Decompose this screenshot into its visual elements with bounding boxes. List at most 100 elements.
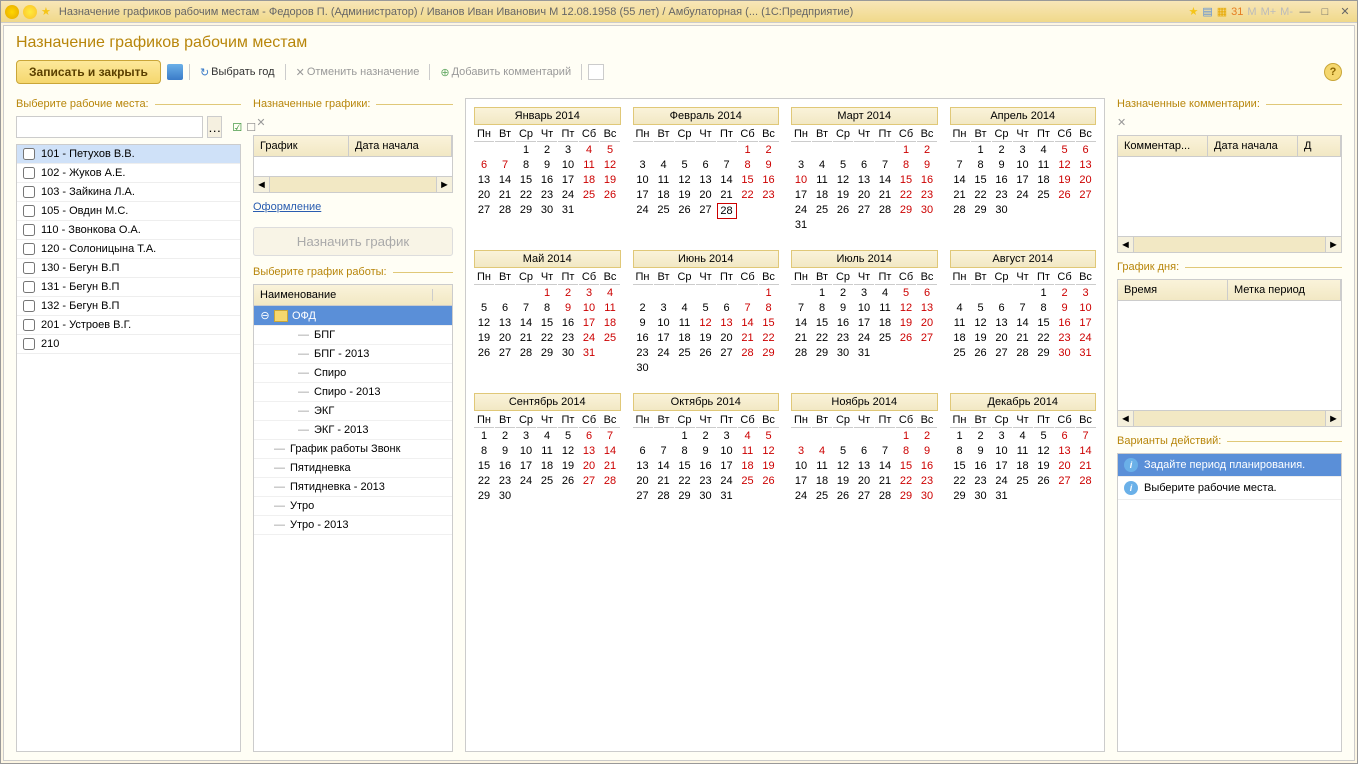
calendar-day[interactable]: 11 xyxy=(537,444,557,458)
calendar-day[interactable]: 26 xyxy=(1034,474,1054,488)
calendar-day[interactable]: 6 xyxy=(696,158,716,172)
calendar-day[interactable]: 23 xyxy=(759,188,779,202)
calendar-day[interactable]: 15 xyxy=(971,173,991,187)
calendar-day[interactable]: 5 xyxy=(1055,143,1075,157)
calendar-day[interactable]: 15 xyxy=(812,316,832,330)
calendar-day[interactable]: 11 xyxy=(738,444,758,458)
calendar-day[interactable]: 14 xyxy=(600,444,620,458)
calendar-day[interactable]: 19 xyxy=(759,459,779,473)
calendar-day[interactable]: 21 xyxy=(875,188,895,202)
calendar-day[interactable]: 24 xyxy=(791,203,811,217)
scroll-left-icon[interactable]: ◄ xyxy=(1118,237,1134,252)
calendar-day[interactable]: 17 xyxy=(791,188,811,202)
calendar-day[interactable]: 30 xyxy=(495,489,515,503)
calendar-day[interactable]: 28 xyxy=(495,203,515,217)
workplace-item[interactable]: 120 - Солоницына Т.А. xyxy=(17,240,240,259)
calendar-day[interactable]: 18 xyxy=(950,331,970,345)
calendar-day[interactable]: 24 xyxy=(633,203,653,219)
calendar-day[interactable]: 6 xyxy=(992,301,1012,315)
calendar-day[interactable]: 27 xyxy=(579,474,599,488)
calendar-day[interactable]: 27 xyxy=(917,331,937,345)
calendar-panel[interactable]: Январь 2014ПнВтСрЧтПтСбВс123456789101112… xyxy=(465,98,1105,752)
calendar-day[interactable]: 22 xyxy=(896,474,916,488)
maximize-button[interactable]: □ xyxy=(1317,5,1333,19)
calendar-day[interactable]: 6 xyxy=(474,158,494,172)
calendar-day[interactable]: 19 xyxy=(1055,173,1075,187)
calendar-day[interactable]: 3 xyxy=(854,286,874,300)
mem-mminus[interactable]: M- xyxy=(1280,6,1293,18)
calendar-day[interactable]: 25 xyxy=(600,331,620,345)
calendar-day[interactable]: 2 xyxy=(917,429,937,443)
day-table-body[interactable] xyxy=(1117,301,1342,411)
calendar-day[interactable]: 9 xyxy=(917,158,937,172)
calendar-day[interactable]: 16 xyxy=(495,459,515,473)
calendar-day[interactable]: 6 xyxy=(854,158,874,172)
calendar-day[interactable]: 26 xyxy=(675,203,695,219)
calendar-day[interactable]: 7 xyxy=(600,429,620,443)
calendar-day[interactable]: 11 xyxy=(1013,444,1033,458)
calendar-day[interactable]: 14 xyxy=(875,459,895,473)
calendar-day[interactable]: 10 xyxy=(1013,158,1033,172)
calendar-day[interactable]: 6 xyxy=(854,444,874,458)
calendar-day[interactable]: 23 xyxy=(1055,331,1075,345)
calendar-day[interactable]: 23 xyxy=(971,474,991,488)
calendar-day[interactable]: 5 xyxy=(833,158,853,172)
calendar-day[interactable]: 16 xyxy=(992,173,1012,187)
calendar-day[interactable]: 9 xyxy=(759,158,779,172)
calendar-day[interactable]: 12 xyxy=(675,173,695,187)
schedule-table-body[interactable] xyxy=(253,157,453,177)
calendar-day[interactable]: 31 xyxy=(717,489,737,503)
calendar-day[interactable]: 5 xyxy=(1034,429,1054,443)
calendar-day[interactable]: 11 xyxy=(875,301,895,315)
workplace-item[interactable]: 132 - Бегун В.П xyxy=(17,297,240,316)
calendar-day[interactable]: 27 xyxy=(717,346,737,360)
calendar-day[interactable]: 8 xyxy=(950,444,970,458)
calendar-day[interactable]: 12 xyxy=(696,316,716,330)
calendar-day[interactable]: 9 xyxy=(495,444,515,458)
workplace-checkbox[interactable] xyxy=(23,300,35,312)
calendar-day[interactable]: 22 xyxy=(950,474,970,488)
calendar-day[interactable]: 26 xyxy=(1055,188,1075,202)
calendar-day[interactable]: 25 xyxy=(738,474,758,488)
calendar-day[interactable]: 12 xyxy=(759,444,779,458)
tree-item[interactable]: —Пятидневка - 2013 xyxy=(254,478,452,497)
calendar-day[interactable]: 1 xyxy=(537,286,557,300)
calendar-day[interactable]: 12 xyxy=(833,459,853,473)
report-icon[interactable] xyxy=(588,64,604,80)
calendar-day[interactable]: 21 xyxy=(654,474,674,488)
calendar-day[interactable]: 2 xyxy=(992,143,1012,157)
calendar-day[interactable]: 30 xyxy=(633,361,653,375)
calendar-day[interactable]: 14 xyxy=(1013,316,1033,330)
day-scrollbar[interactable]: ◄ ► xyxy=(1117,411,1342,427)
calendar-day[interactable]: 16 xyxy=(833,316,853,330)
calendar-day[interactable]: 12 xyxy=(474,316,494,330)
calendar-day[interactable]: 13 xyxy=(1076,158,1096,172)
calendar-day[interactable]: 28 xyxy=(516,346,536,360)
check-all-icon[interactable]: ☑ xyxy=(232,121,242,134)
calendar-day[interactable]: 15 xyxy=(950,459,970,473)
calendar-day[interactable]: 26 xyxy=(833,489,853,503)
favorite-icon[interactable]: ★ xyxy=(1188,5,1198,18)
calendar-day[interactable]: 11 xyxy=(1034,158,1054,172)
calendar-day[interactable]: 22 xyxy=(474,474,494,488)
calendar-day[interactable]: 4 xyxy=(654,158,674,172)
calendar-day[interactable]: 27 xyxy=(854,203,874,217)
calendar-day[interactable]: 15 xyxy=(896,459,916,473)
workplace-list[interactable]: 101 - Петухов В.В.102 - Жуков А.Е.103 - … xyxy=(16,144,241,752)
calendar-day[interactable]: 30 xyxy=(833,346,853,360)
calendar-day[interactable]: 13 xyxy=(1055,444,1075,458)
workplace-checkbox[interactable] xyxy=(23,224,35,236)
calendar-day[interactable]: 6 xyxy=(579,429,599,443)
workplace-browse-button[interactable]: … xyxy=(207,116,222,138)
calendar-day[interactable]: 7 xyxy=(875,444,895,458)
calendar-day[interactable]: 27 xyxy=(474,203,494,217)
calendar-day[interactable]: 5 xyxy=(675,158,695,172)
calendar-day[interactable]: 23 xyxy=(633,346,653,360)
calendar-day[interactable]: 4 xyxy=(1013,429,1033,443)
calendar-day[interactable]: 20 xyxy=(696,188,716,202)
calendar-day[interactable]: 16 xyxy=(558,316,578,330)
calendar-day[interactable]: 12 xyxy=(600,158,620,172)
calendar-day[interactable]: 24 xyxy=(558,188,578,202)
calendar-day[interactable]: 14 xyxy=(717,173,737,187)
calendar-day[interactable]: 3 xyxy=(579,286,599,300)
